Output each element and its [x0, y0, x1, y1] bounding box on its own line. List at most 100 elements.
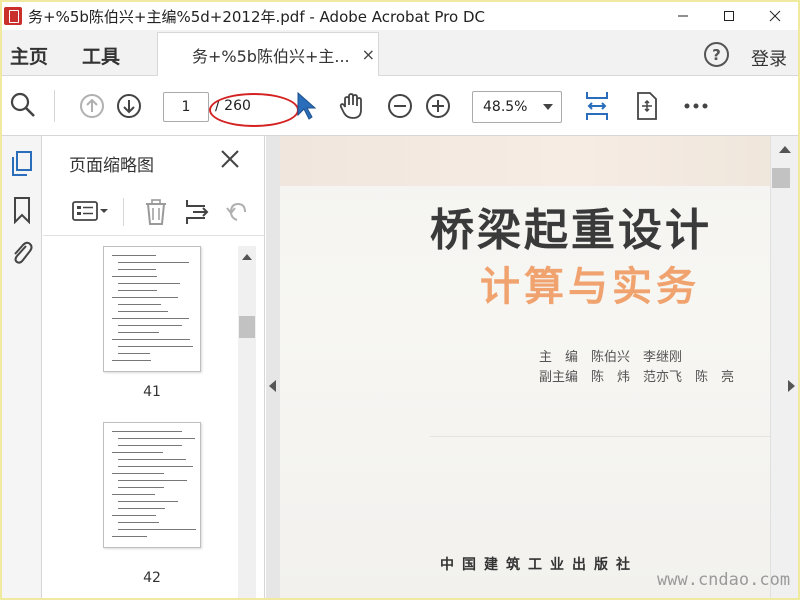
page-thumbnail[interactable] [103, 246, 201, 372]
scrollbar-thumb[interactable] [239, 316, 255, 338]
extract-page-button[interactable] [183, 198, 211, 230]
watermark-text: www.cndao.com [657, 570, 791, 590]
maximize-icon [724, 11, 734, 21]
page-thumbnail[interactable] [103, 422, 201, 548]
acrobat-window: 务+%5b陈伯兴+主编%5d+2012年.pdf - Adobe Acrobat… [2, 2, 798, 598]
zoom-level-value: 48.5% [483, 99, 528, 115]
minimize-button[interactable] [660, 2, 706, 30]
thumbnail-text-line [112, 494, 155, 495]
thumbnail-page-number: 42 [143, 570, 161, 586]
zoom-level-select[interactable]: 48.5% [472, 91, 562, 123]
delete-page-button[interactable] [143, 198, 169, 230]
thumbnail-text-line [112, 255, 156, 256]
close-panel-button[interactable] [219, 148, 241, 174]
login-button[interactable]: 登录 [751, 45, 787, 71]
window-title: 务+%5b陈伯兴+主编%5d+2012年.pdf - Adobe Acrobat… [28, 7, 485, 26]
thumbnail-text-line [112, 536, 147, 537]
attachments-button[interactable] [8, 238, 36, 266]
rotate-page-button[interactable] [225, 198, 251, 230]
scroll-mode-button[interactable] [632, 90, 662, 122]
thumbnail-text-line [118, 501, 178, 502]
book-subtitle: 计算与实务 [480, 264, 700, 310]
thumbnail-text-line [118, 466, 193, 467]
bookmark-icon [14, 197, 30, 224]
help-button[interactable]: ? [704, 42, 729, 67]
split-page-icon [186, 200, 209, 224]
minimize-icon [678, 15, 688, 17]
close-window-button[interactable] [752, 2, 798, 30]
cover-structure-lines [430, 436, 770, 556]
thumbnail-text-line [118, 269, 156, 270]
thumbnail-text-line [118, 438, 195, 439]
thumbnail-text-line [118, 283, 180, 284]
menu-tab-bar: 主页 工具 务+%5b陈伯兴+主... × ? 登录 [2, 30, 798, 76]
scroll-up-icon[interactable] [779, 146, 791, 153]
trash-icon [146, 199, 166, 225]
thumbnail-text-line [118, 487, 164, 488]
previous-page-button[interactable] [78, 92, 106, 120]
rotate-icon [226, 202, 246, 221]
menu-home[interactable]: 主页 [10, 42, 48, 69]
options-menu-icon [72, 201, 108, 221]
fit-width-button[interactable] [582, 90, 612, 122]
scrollbar-thumb[interactable] [772, 168, 790, 188]
page-thumbnails-button[interactable] [8, 150, 36, 178]
thumbnail-text-line [118, 304, 161, 305]
tab-close-button[interactable]: × [362, 45, 375, 64]
thumbnail-text-line [112, 318, 189, 319]
hand-icon [339, 93, 362, 119]
bookmarks-button[interactable] [8, 196, 36, 224]
thumbnail-text-line [118, 262, 189, 263]
page-total-label: / 260 [215, 98, 251, 114]
page-number-input[interactable]: 1 [163, 92, 209, 122]
thumbnail-text-line [118, 290, 157, 291]
navigation-rail [2, 136, 42, 598]
thumbnails-toolbar [43, 186, 265, 236]
zoom-in-icon [426, 94, 450, 118]
thumbnail-text-line [118, 332, 159, 333]
more-icon [684, 103, 708, 109]
window-controls [660, 2, 798, 30]
editor-line: 主 编 陈伯兴 李继刚 [539, 350, 683, 365]
thumbnail-text-line [118, 325, 182, 326]
search-icon [10, 92, 35, 117]
zoom-out-button[interactable] [386, 92, 414, 120]
more-tools-button[interactable] [682, 94, 710, 118]
thumbnail-text-line [118, 508, 165, 509]
chevron-down-icon [543, 104, 553, 110]
thumbnail-text-line [112, 431, 182, 432]
thumbnails-panel: 页面缩略图 41 42 [43, 136, 265, 598]
toolbar-separator [54, 90, 55, 122]
publisher-name: 中国建筑工业出版社 [440, 557, 638, 573]
thumbnail-text-line [118, 311, 168, 312]
thumbnail-text-line [112, 360, 151, 361]
menu-tools[interactable]: 工具 [82, 42, 120, 69]
thumbnail-text-line [118, 346, 193, 347]
thumbnail-text-line [118, 445, 182, 446]
collapse-panel-arrow-icon[interactable] [269, 380, 276, 392]
thumbnail-text-line [112, 297, 178, 298]
scroll-up-icon[interactable] [242, 254, 252, 260]
page-thumbnails-icon [12, 151, 32, 176]
thumbnail-text-line [118, 480, 187, 481]
thumbnail-scrollbar[interactable] [238, 246, 256, 598]
next-page-button[interactable] [115, 92, 143, 120]
select-tool-button[interactable] [294, 90, 318, 122]
document-scrollbar[interactable] [770, 136, 798, 598]
arrow-down-circle-icon [117, 94, 141, 118]
book-title: 桥梁起重设计 [430, 205, 712, 256]
thumbnail-options-button[interactable] [71, 198, 111, 228]
hand-tool-button[interactable] [336, 90, 368, 122]
acrobat-app-icon [4, 7, 22, 25]
search-button[interactable] [8, 90, 38, 120]
thumbnail-text-line [118, 353, 150, 354]
thumbnail-text-line [118, 529, 196, 530]
coeditor-line: 副主编 陈 炜 范亦飞 陈 亮 [539, 370, 735, 385]
maximize-button[interactable] [706, 2, 752, 30]
expand-right-panel-arrow-icon[interactable] [788, 380, 795, 392]
zoom-in-button[interactable] [424, 92, 452, 120]
thumbnail-page-number: 41 [143, 384, 161, 400]
document-tab[interactable]: 务+%5b陈伯兴+主... × [157, 32, 379, 76]
cursor-arrow-icon [297, 91, 317, 120]
close-icon [221, 150, 239, 168]
